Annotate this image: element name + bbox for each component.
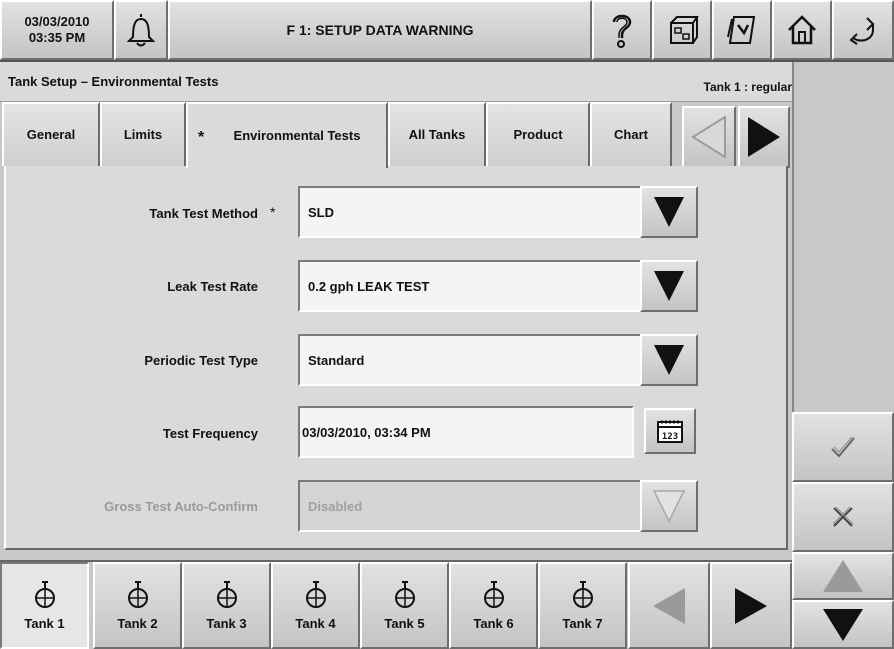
modified-marker: * [198, 129, 205, 146]
environmental-tests-form: Tank Test Method * SLD Leak Test Rate 0.… [4, 166, 788, 550]
leak-test-rate-label: Leak Test Rate [167, 279, 258, 294]
tank-icon [216, 581, 237, 608]
periodic-test-type-dropdown-button[interactable] [640, 334, 698, 386]
dropdown-arrow-icon [654, 197, 684, 227]
periodic-test-type-label: Periodic Test Type [144, 353, 258, 368]
current-time: 03:35 PM [28, 30, 86, 45]
tab-product[interactable]: Product [486, 102, 590, 166]
tank-test-method-label: Tank Test Method [149, 206, 258, 221]
test-frequency-value: 03/03/2010, 03:34 PM [302, 424, 431, 440]
back-arrow-icon [849, 17, 875, 45]
tab-label: General [26, 127, 76, 142]
periodic-test-type-select[interactable]: Standard [298, 334, 642, 386]
tab-label: Limits [123, 127, 163, 142]
left-triangle-icon [691, 115, 726, 159]
help-button[interactable] [592, 0, 652, 60]
tank-test-method-select[interactable]: SLD [298, 186, 642, 238]
right-triangle-icon [735, 587, 767, 624]
cancel-button[interactable] [792, 482, 894, 552]
tank-icon [34, 581, 55, 608]
tank-label: Tank 6 [473, 616, 514, 631]
calendar-button[interactable]: 123 [644, 408, 696, 454]
required-marker: * [270, 204, 276, 220]
tab-environmental-tests[interactable]: * Environmental Tests [186, 102, 388, 168]
tank-icon [305, 581, 326, 608]
tank-label: Tank 4 [295, 616, 336, 631]
section-header: Tank Setup – Environmental Tests Tank 1 … [0, 62, 792, 102]
bell-icon [126, 14, 156, 47]
tank-icon [127, 581, 148, 608]
gross-test-auto-confirm-label: Gross Test Auto-Confirm [104, 499, 258, 514]
tank-label: Tank 3 [206, 616, 247, 631]
dropdown-arrow-icon [652, 490, 686, 523]
tank-label: Tank 2 [117, 616, 158, 631]
tank-4-button[interactable]: Tank 4 [271, 562, 360, 649]
tank-6-button[interactable]: Tank 6 [449, 562, 538, 649]
checkmark-icon [831, 436, 855, 458]
tank-1-button[interactable]: Tank 1 [0, 562, 89, 649]
right-side-panel [792, 62, 894, 412]
calendar-icon: 123 [657, 420, 683, 443]
tab-scroll-left-button[interactable] [682, 106, 736, 168]
gross-test-auto-confirm-select: Disabled [298, 480, 642, 532]
tank-5-button[interactable]: Tank 5 [360, 562, 449, 649]
tank-icon [483, 581, 504, 608]
test-frequency-label: Test Frequency [162, 426, 258, 441]
tank-page-next-button[interactable] [710, 562, 792, 649]
home-button[interactable] [772, 0, 832, 60]
up-triangle-icon [823, 560, 863, 592]
leak-test-rate-select[interactable]: 0.2 gph LEAK TEST [298, 260, 642, 312]
tab-scroll-right-button[interactable] [738, 106, 790, 168]
tab-limits[interactable]: Limits [100, 102, 186, 166]
gross-test-auto-confirm-value: Disabled [308, 498, 363, 514]
tank-icon [572, 581, 593, 608]
alarm-button[interactable] [114, 0, 168, 60]
tab-general[interactable]: General [2, 102, 100, 166]
periodic-test-type-value: Standard [308, 352, 365, 368]
svg-text:123: 123 [662, 432, 678, 442]
left-triangle-icon [653, 587, 685, 624]
tab-label: All Tanks [408, 127, 466, 142]
tab-all-tanks[interactable]: All Tanks [388, 102, 486, 166]
tank-2-button[interactable]: Tank 2 [93, 562, 182, 649]
tank-test-method-dropdown-button[interactable] [640, 186, 698, 238]
tank-7-button[interactable]: Tank 7 [538, 562, 627, 649]
scroll-down-button[interactable] [792, 600, 894, 649]
setup-icon [670, 16, 699, 44]
tank-label: Tank 7 [562, 616, 603, 631]
tank-page-prev-button[interactable] [628, 562, 710, 649]
down-triangle-icon [823, 608, 863, 641]
back-button[interactable] [832, 0, 894, 60]
accept-button[interactable] [792, 412, 894, 482]
tank-icon [394, 581, 415, 608]
scroll-up-button[interactable] [792, 552, 894, 600]
tab-label: Environmental Tests [233, 128, 361, 143]
setup-button[interactable] [652, 0, 712, 60]
test-frequency-input[interactable]: 03/03/2010, 03:34 PM [298, 406, 634, 458]
help-question-icon [612, 14, 632, 48]
close-x-icon [832, 506, 854, 527]
date-time-display: 03/03/2010 03:35 PM [0, 0, 114, 60]
dropdown-arrow-icon [654, 271, 684, 301]
dropdown-arrow-icon [654, 345, 684, 375]
report-printer-icon [727, 16, 756, 44]
right-triangle-icon [748, 117, 780, 157]
tab-bar: General Limits * Environmental Tests All… [0, 102, 792, 168]
tab-label: Chart [614, 127, 648, 142]
tank-label: Tank 5 [384, 616, 425, 631]
page-title: Tank Setup – Environmental Tests [8, 74, 219, 89]
leak-test-rate-value: 0.2 gph LEAK TEST [308, 278, 430, 294]
tab-label: Product [513, 127, 563, 142]
gross-test-auto-confirm-dropdown-button [640, 480, 698, 532]
tank-3-button[interactable]: Tank 3 [182, 562, 271, 649]
leak-test-rate-dropdown-button[interactable] [640, 260, 698, 312]
current-date: 03/03/2010 [24, 14, 90, 29]
tank-label: Tank 1 [24, 616, 65, 631]
reports-button[interactable] [712, 0, 772, 60]
current-tank-label: Tank 1 : regular [703, 80, 792, 94]
warning-title[interactable]: F 1: SETUP DATA WARNING [168, 0, 592, 60]
home-icon [788, 15, 816, 45]
tab-chart[interactable]: Chart [590, 102, 672, 166]
tank-test-method-value: SLD [308, 204, 334, 220]
